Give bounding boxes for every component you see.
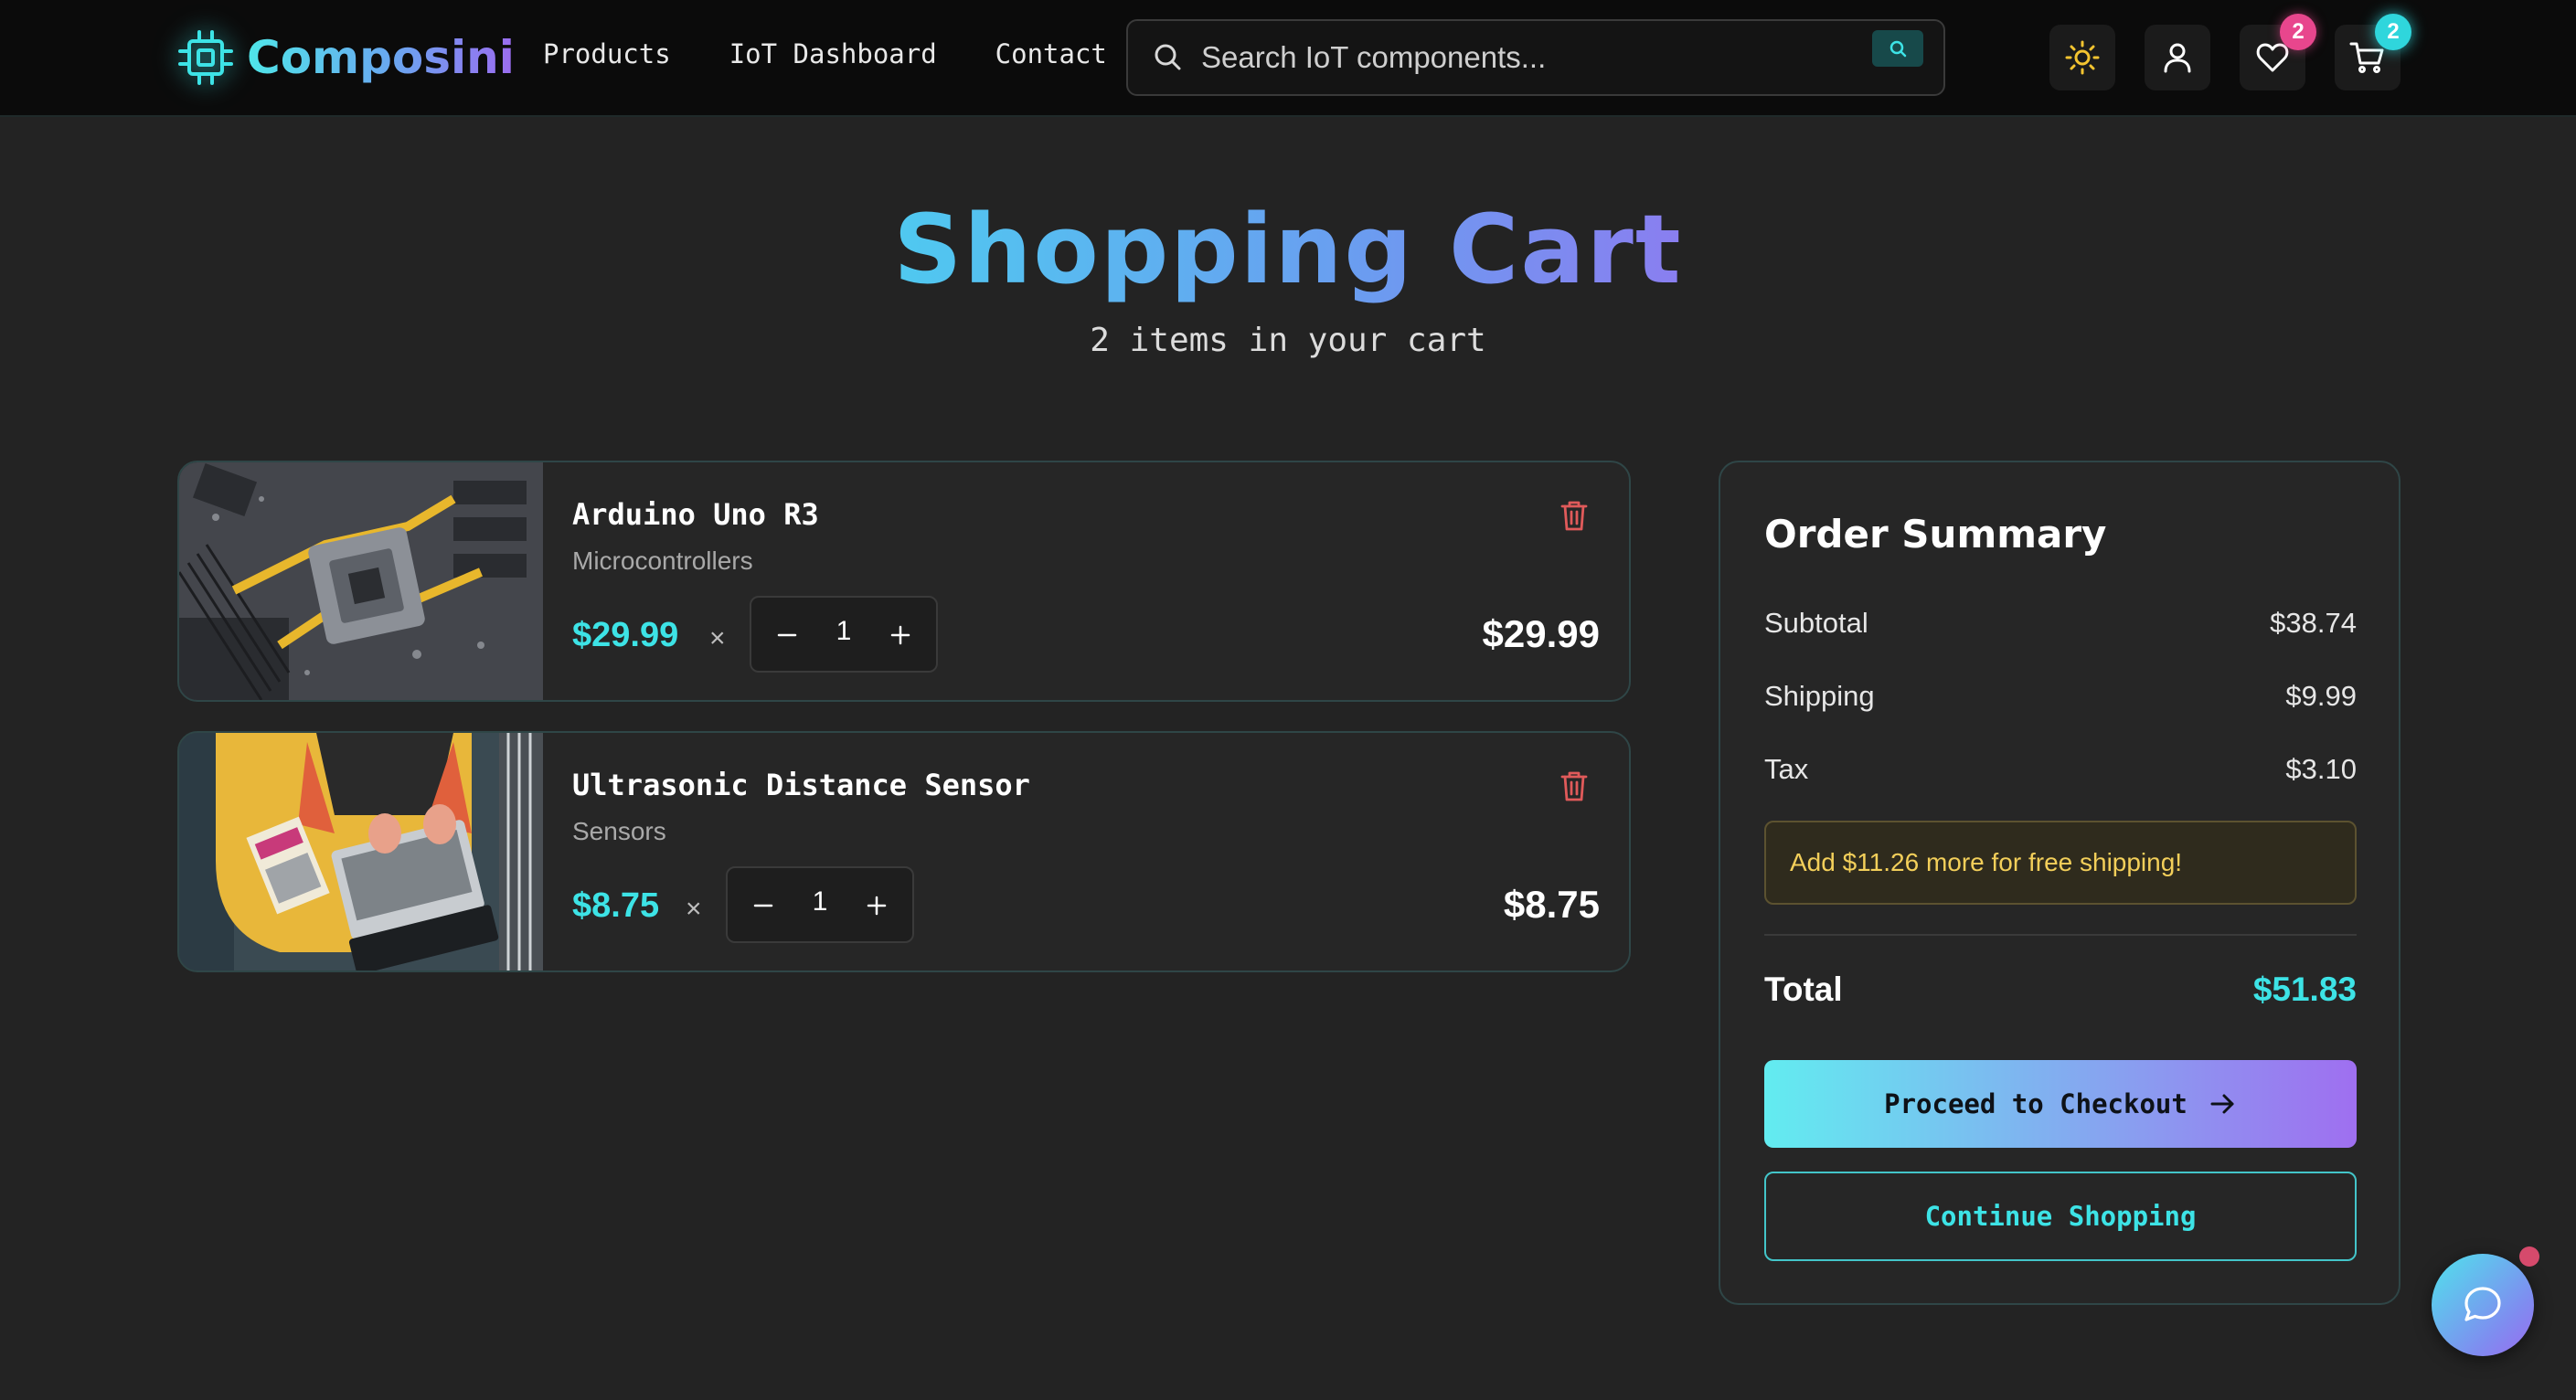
decrease-quantity-button[interactable] — [740, 883, 786, 928]
multiply-sign: × — [686, 894, 702, 924]
continue-button-label: Continue Shopping — [1924, 1201, 2197, 1232]
quantity-stepper: 1 — [726, 866, 914, 943]
main-nav: Products IoT Dashboard Contact — [543, 38, 1107, 69]
cart-count-badge: 2 — [2375, 14, 2411, 50]
brand-logo[interactable]: Composini — [177, 27, 515, 88]
summary-divider — [1764, 934, 2357, 936]
tax-label: Tax — [1764, 753, 1809, 785]
decrease-quantity-button[interactable] — [764, 612, 810, 658]
top-navbar: Composini Products IoT Dashboard Contact — [0, 0, 2576, 117]
cart-button[interactable]: 2 — [2335, 14, 2411, 90]
plus-icon — [867, 896, 887, 916]
product-category: Microcontrollers — [572, 546, 753, 575]
minus-icon — [753, 904, 773, 907]
account-button[interactable] — [2145, 25, 2210, 90]
search-button[interactable] — [1872, 30, 1923, 67]
multiply-sign: × — [709, 623, 726, 653]
free-shipping-notice: Add $11.26 more for free shipping! — [1764, 821, 2357, 905]
tax-row: Tax $3.10 — [1764, 753, 2357, 793]
theme-toggle-button[interactable] — [2049, 25, 2115, 90]
wishlist-count-badge: 2 — [2280, 14, 2316, 50]
minus-icon — [777, 633, 797, 637]
shipping-label: Shipping — [1764, 680, 1875, 712]
remove-item-button[interactable] — [1556, 768, 1592, 804]
remove-item-button[interactable] — [1556, 497, 1592, 534]
quantity-value[interactable]: 1 — [815, 616, 872, 647]
arrow-right-icon — [2210, 1094, 2234, 1114]
brand-name: Composini — [247, 31, 515, 84]
unit-price: $29.99 — [572, 616, 679, 654]
unit-price: $8.75 — [572, 886, 660, 925]
search-bar — [1126, 19, 1945, 96]
cart-item: Ultrasonic Distance Sensor Sensors $8.75… — [177, 731, 1631, 972]
product-name[interactable]: Arduino Uno R3 — [572, 497, 819, 532]
shipping-row: Shipping $9.99 — [1764, 680, 2357, 720]
search-input[interactable] — [1201, 32, 1841, 83]
proceed-to-checkout-button[interactable]: Proceed to Checkout — [1764, 1060, 2357, 1148]
increase-quantity-button[interactable] — [854, 883, 899, 928]
quantity-value[interactable]: 1 — [792, 886, 848, 917]
quantity-stepper: 1 — [750, 596, 938, 673]
increase-quantity-button[interactable] — [878, 612, 923, 658]
chat-button[interactable] — [2432, 1254, 2534, 1356]
continue-shopping-button[interactable]: Continue Shopping — [1764, 1172, 2357, 1261]
product-image-sensor — [179, 733, 543, 970]
page-title: Shopping Cart — [893, 194, 1683, 305]
nav-link-iot-dashboard[interactable]: IoT Dashboard — [729, 38, 937, 69]
cart-item-count: 2 items in your cart — [1090, 322, 1486, 359]
product-category: Sensors — [572, 817, 666, 845]
chat-notification-dot — [2519, 1246, 2539, 1267]
sun-icon — [2065, 40, 2100, 75]
plus-icon — [890, 625, 910, 645]
total-row: Total $51.83 — [1764, 970, 2357, 1016]
chip-icon — [178, 30, 233, 85]
total-label: Total — [1764, 970, 1843, 1008]
cart-item: Arduino Uno R3 Microcontrollers $29.99 ×… — [177, 461, 1631, 702]
search-icon — [1155, 44, 1181, 70]
subtotal-row: Subtotal $38.74 — [1764, 607, 2357, 647]
order-summary-title: Order Summary — [1764, 512, 2107, 557]
line-total: $29.99 — [1482, 612, 1600, 655]
user-icon — [2164, 43, 2191, 73]
product-image-arduino — [179, 462, 543, 700]
chat-bubble-icon — [2464, 1287, 2501, 1321]
shipping-value: $9.99 — [2285, 680, 2357, 712]
order-summary-panel: Order Summary Subtotal $38.74 Shipping $… — [1719, 461, 2400, 1305]
total-value: $51.83 — [2252, 970, 2357, 1008]
product-name[interactable]: Ultrasonic Distance Sensor — [572, 768, 1030, 802]
nav-link-products[interactable]: Products — [543, 38, 671, 69]
subtotal-label: Subtotal — [1764, 607, 1868, 639]
subtotal-value: $38.74 — [2270, 607, 2357, 639]
line-total: $8.75 — [1503, 883, 1600, 926]
tax-value: $3.10 — [2285, 753, 2357, 785]
search-icon — [1889, 40, 1907, 58]
checkout-button-label: Proceed to Checkout — [1884, 1088, 2187, 1119]
nav-link-contact[interactable]: Contact — [995, 38, 1107, 69]
wishlist-button[interactable]: 2 — [2240, 14, 2316, 90]
